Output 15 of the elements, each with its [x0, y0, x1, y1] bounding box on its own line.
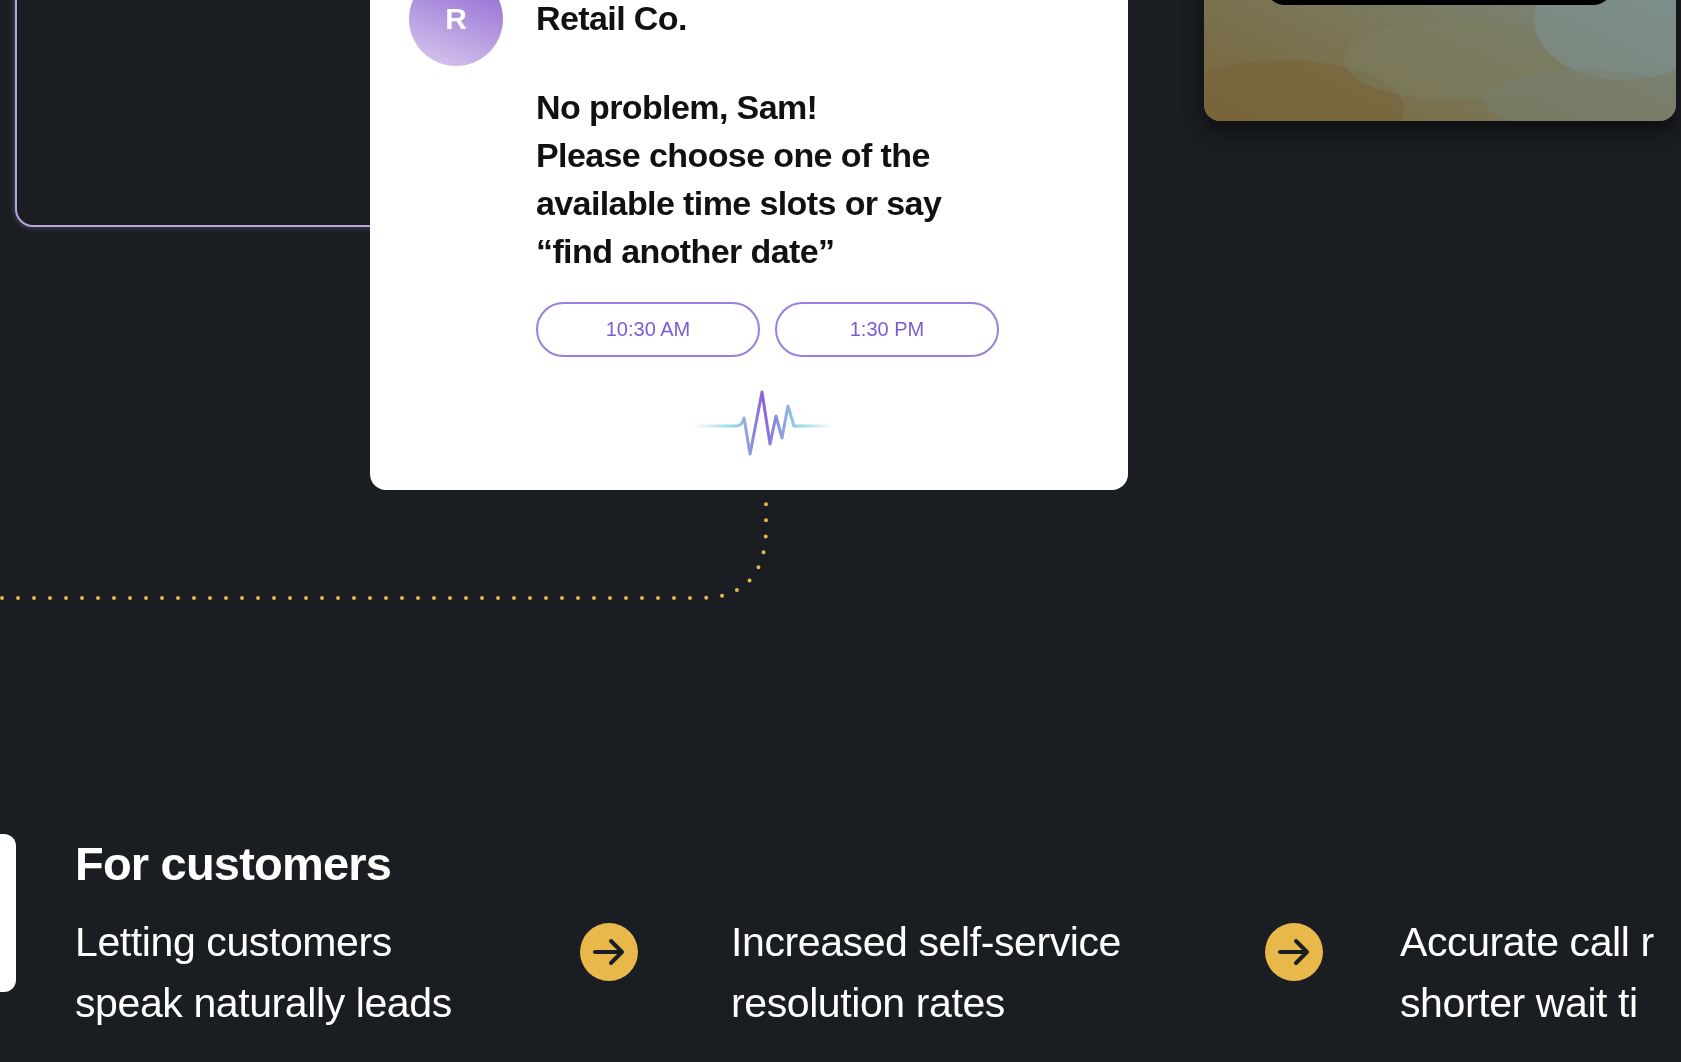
message-greeting: No problem, Sam! — [536, 87, 819, 128]
message-text: Please choose one of the available time slots or say “find another date” — [536, 135, 943, 272]
section-title: For customers — [75, 836, 393, 892]
arrow-right-icon — [580, 923, 638, 981]
time-slot-button[interactable]: 10:30 AM — [536, 302, 760, 357]
time-slot-button[interactable]: 1:30 PM — [775, 302, 999, 357]
benefit-text-line: Increased self-service — [731, 918, 1122, 967]
benefit-text-line: resolution rates — [731, 979, 1006, 1028]
arrow-right-icon — [1265, 923, 1323, 981]
benefit-text-line: shorter wait ti — [1400, 979, 1639, 1028]
benefit-text-line: Accurate call r — [1400, 918, 1654, 967]
avatar: R — [409, 0, 503, 66]
benefit-text-line: Letting customers — [75, 918, 393, 967]
sender-name: Retail Co. — [536, 0, 688, 38]
benefit-text-line: speak naturally leads — [75, 979, 453, 1028]
